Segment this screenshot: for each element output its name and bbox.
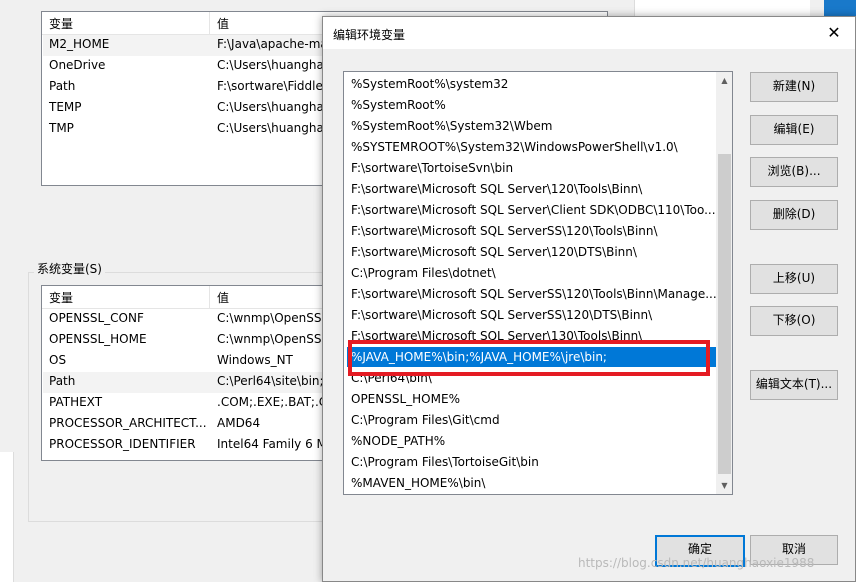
- header-variable[interactable]: 变量: [49, 15, 73, 32]
- move-up-button[interactable]: 上移(U): [750, 264, 838, 294]
- header-value[interactable]: 值: [217, 15, 229, 32]
- path-entry[interactable]: C:\Program Files\dotnet\: [347, 263, 719, 283]
- scroll-down-arrow-icon[interactable]: ▼: [716, 477, 732, 494]
- path-entries-list[interactable]: %SystemRoot%\system32 %SystemRoot% %System…: [343, 71, 733, 495]
- variable-value: Windows_NT: [217, 353, 293, 367]
- path-entry[interactable]: C:\Program Files\Git\cmd: [347, 410, 719, 430]
- browse-button[interactable]: 浏览(B)...: [750, 157, 838, 187]
- path-entry[interactable]: F:\sortware\Microsoft SQL ServerSS\120\T…: [347, 284, 719, 304]
- path-entry[interactable]: %SystemRoot%\System32\Wbem: [347, 116, 719, 136]
- scrollbar-thumb[interactable]: [718, 154, 731, 474]
- path-entry[interactable]: F:\sortware\Microsoft SQL Server\120\Too…: [347, 179, 719, 199]
- table-row[interactable]: OPENSSL_HOME C:\wnmp\OpenSSL: [43, 330, 333, 351]
- variable-name: Path: [49, 374, 76, 388]
- scroll-up-arrow-icon[interactable]: ▲: [716, 72, 732, 89]
- variable-value: .COM;.EXE;.BAT;.CM: [217, 395, 338, 409]
- table-row[interactable]: Path C:\Perl64\site\bin;C: [43, 372, 333, 393]
- dialog-title-bar[interactable]: 编辑环境变量 ✕: [323, 17, 855, 49]
- move-down-button[interactable]: 下移(O): [750, 306, 838, 336]
- variable-name: OPENSSL_HOME: [49, 332, 147, 346]
- variable-name: Path: [49, 79, 76, 93]
- edit-button[interactable]: 编辑(E): [750, 115, 838, 145]
- left-edge-strip: [0, 452, 14, 582]
- variable-value: F:\sortware\Fiddle: [217, 79, 323, 93]
- variable-name: TMP: [49, 121, 74, 135]
- variable-value: Intel64 Family 6 M: [217, 437, 327, 451]
- path-entry[interactable]: F:\sortware\TortoiseSvn\bin: [347, 158, 719, 178]
- variable-value: C:\Users\huanghai: [217, 100, 328, 114]
- table-row[interactable]: OneDrive C:\Users\huanghai: [43, 56, 333, 77]
- path-entry[interactable]: %MAVEN_HOME%\bin\: [347, 473, 719, 493]
- new-button[interactable]: 新建(N): [750, 72, 838, 102]
- path-entry[interactable]: C:\Program Files\TortoiseGit\bin: [347, 452, 719, 472]
- highlight-annotation-box: [348, 340, 710, 376]
- delete-button[interactable]: 删除(D): [750, 200, 838, 230]
- background-accent-strip: [824, 0, 856, 16]
- edit-text-button[interactable]: 编辑文本(T)...: [750, 370, 838, 400]
- edit-env-var-dialog: 编辑环境变量 ✕ %SystemRoot%\system32 %SystemRoo…: [322, 16, 856, 582]
- path-entry[interactable]: %SystemRoot%\system32: [347, 74, 719, 94]
- variable-value: C:\Perl64\site\bin;C: [217, 374, 332, 388]
- variable-name: PATHEXT: [49, 395, 103, 409]
- path-entry[interactable]: OPENSSL_HOME%: [347, 389, 719, 409]
- variable-value: C:\Users\huanghai: [217, 121, 328, 135]
- header-variable[interactable]: 变量: [49, 289, 73, 306]
- variable-value: F:\Java\apache-ma: [217, 37, 328, 51]
- table-row[interactable]: M2_HOME F:\Java\apache-ma: [43, 35, 333, 56]
- variable-name: PROCESSOR_ARCHITECT...: [49, 416, 207, 430]
- table-row[interactable]: PROCESSOR_IDENTIFIER Intel64 Family 6 M: [43, 435, 333, 456]
- table-row[interactable]: TMP C:\Users\huanghai: [43, 119, 333, 140]
- variable-value: C:\wnmp\OpenSSL: [217, 332, 329, 346]
- path-entry[interactable]: F:\sortware\Microsoft SQL Server\120\DTS…: [347, 242, 719, 262]
- variable-value: C:\wnmp\OpenSSL: [217, 311, 329, 325]
- variable-name: OneDrive: [49, 58, 106, 72]
- path-entry[interactable]: F:\sortware\Microsoft SQL Server\Client …: [347, 200, 719, 220]
- path-entry[interactable]: %NODE_PATH%: [347, 431, 719, 451]
- variable-name: PROCESSOR_IDENTIFIER: [49, 437, 196, 451]
- table-row[interactable]: OPENSSL_CONF C:\wnmp\OpenSSL: [43, 309, 333, 330]
- dialog-title: 编辑环境变量: [333, 28, 406, 42]
- header-value[interactable]: 值: [217, 289, 229, 306]
- table-row[interactable]: PROCESSOR_ARCHITECT... AMD64: [43, 414, 333, 435]
- close-icon[interactable]: ✕: [820, 19, 848, 47]
- variable-name: M2_HOME: [49, 37, 110, 51]
- variable-name: OS: [49, 353, 67, 367]
- path-entry[interactable]: F:\sortware\Microsoft SQL ServerSS\120\T…: [347, 221, 719, 241]
- table-row[interactable]: Path F:\sortware\Fiddle: [43, 77, 333, 98]
- watermark-text: https://blog.csdn.net/huanghaoxie1988: [578, 556, 815, 570]
- variable-value: AMD64: [217, 416, 261, 430]
- path-entry[interactable]: %SYSTEMROOT%\System32\WindowsPowerShell\…: [347, 137, 719, 157]
- table-row[interactable]: OS Windows_NT: [43, 351, 333, 372]
- table-row[interactable]: TEMP C:\Users\huanghai: [43, 98, 333, 119]
- path-entry[interactable]: %SystemRoot%: [347, 95, 719, 115]
- system-vars-group-label: 系统变量(S): [34, 260, 105, 277]
- variable-value: C:\Users\huanghai: [217, 58, 328, 72]
- table-row[interactable]: PATHEXT .COM;.EXE;.BAT;.CM: [43, 393, 338, 414]
- variable-name: OPENSSL_CONF: [49, 311, 144, 325]
- variable-name: TEMP: [49, 100, 82, 114]
- path-entry[interactable]: F:\sortware\Microsoft SQL ServerSS\120\D…: [347, 305, 719, 325]
- vertical-scrollbar[interactable]: ▲ ▼: [716, 72, 732, 494]
- background-panel-right: [634, 0, 810, 16]
